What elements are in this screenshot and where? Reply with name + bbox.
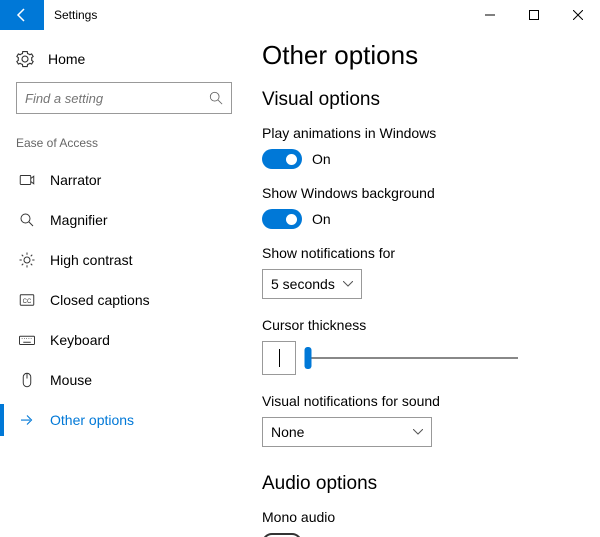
high-contrast-icon — [18, 251, 36, 269]
minimize-button[interactable] — [468, 0, 512, 30]
notifications-dropdown[interactable]: 5 seconds — [262, 269, 362, 299]
sidebar-item-label: Keyboard — [50, 332, 110, 348]
chevron-down-icon — [413, 429, 423, 435]
closed-captions-icon: CC — [18, 291, 36, 309]
notifications-label: Show notifications for — [262, 245, 576, 261]
cursor-thickness-label: Cursor thickness — [262, 317, 576, 333]
sidebar-item-label: Magnifier — [50, 212, 108, 228]
mono-audio-label: Mono audio — [262, 509, 576, 525]
search-input[interactable] — [25, 91, 209, 106]
window-title: Settings — [44, 0, 107, 30]
maximize-button[interactable] — [512, 0, 556, 30]
titlebar: Settings — [0, 0, 600, 30]
sidebar-item-label: Narrator — [50, 172, 101, 188]
play-animations-label: Play animations in Windows — [262, 125, 576, 141]
mouse-icon — [18, 371, 36, 389]
magnifier-icon — [18, 211, 36, 229]
chevron-down-icon — [343, 281, 353, 287]
show-background-label: Show Windows background — [262, 185, 576, 201]
home-label: Home — [48, 51, 85, 67]
play-animations-toggle[interactable] — [262, 149, 302, 169]
home-button[interactable]: Home — [16, 44, 232, 82]
show-background-toggle[interactable] — [262, 209, 302, 229]
cursor-preview — [262, 341, 296, 375]
arrow-left-icon — [14, 7, 30, 23]
narrator-icon — [18, 171, 36, 189]
show-background-state: On — [312, 211, 331, 227]
close-button[interactable] — [556, 0, 600, 30]
search-box[interactable] — [16, 82, 232, 114]
mono-audio-toggle[interactable] — [262, 533, 302, 537]
play-animations-state: On — [312, 151, 331, 167]
section-visual-options: Visual options — [262, 89, 576, 111]
sidebar-item-narrator[interactable]: Narrator — [16, 160, 232, 200]
maximize-icon — [529, 10, 539, 20]
sidebar-item-closed-captions[interactable]: CC Closed captions — [16, 280, 232, 320]
notifications-value: 5 seconds — [271, 276, 335, 292]
visual-notifications-label: Visual notifications for sound — [262, 393, 576, 409]
minimize-icon — [485, 10, 495, 20]
sidebar-item-magnifier[interactable]: Magnifier — [16, 200, 232, 240]
sidebar: Home Ease of Access Narrator Magnifier — [0, 30, 248, 537]
visual-notifications-value: None — [271, 424, 304, 440]
sidebar-item-high-contrast[interactable]: High contrast — [16, 240, 232, 280]
other-options-icon — [18, 411, 36, 429]
sidebar-item-other-options[interactable]: Other options — [16, 400, 232, 440]
gear-icon — [16, 50, 34, 68]
visual-notifications-dropdown[interactable]: None — [262, 417, 432, 447]
sidebar-item-mouse[interactable]: Mouse — [16, 360, 232, 400]
keyboard-icon — [18, 331, 36, 349]
svg-text:CC: CC — [23, 299, 32, 305]
page-title: Other options — [262, 40, 576, 71]
search-icon — [209, 91, 223, 105]
sidebar-item-keyboard[interactable]: Keyboard — [16, 320, 232, 360]
sidebar-item-label: Other options — [50, 412, 134, 428]
sidebar-item-label: High contrast — [50, 252, 132, 268]
section-audio-options: Audio options — [262, 473, 576, 495]
sidebar-item-label: Mouse — [50, 372, 92, 388]
close-icon — [573, 10, 583, 20]
cursor-thickness-slider[interactable] — [308, 346, 518, 370]
sidebar-item-label: Closed captions — [50, 292, 150, 308]
back-button[interactable] — [0, 0, 44, 30]
main-panel: Other options Visual options Play animat… — [248, 30, 600, 537]
sidebar-group-label: Ease of Access — [16, 136, 232, 150]
